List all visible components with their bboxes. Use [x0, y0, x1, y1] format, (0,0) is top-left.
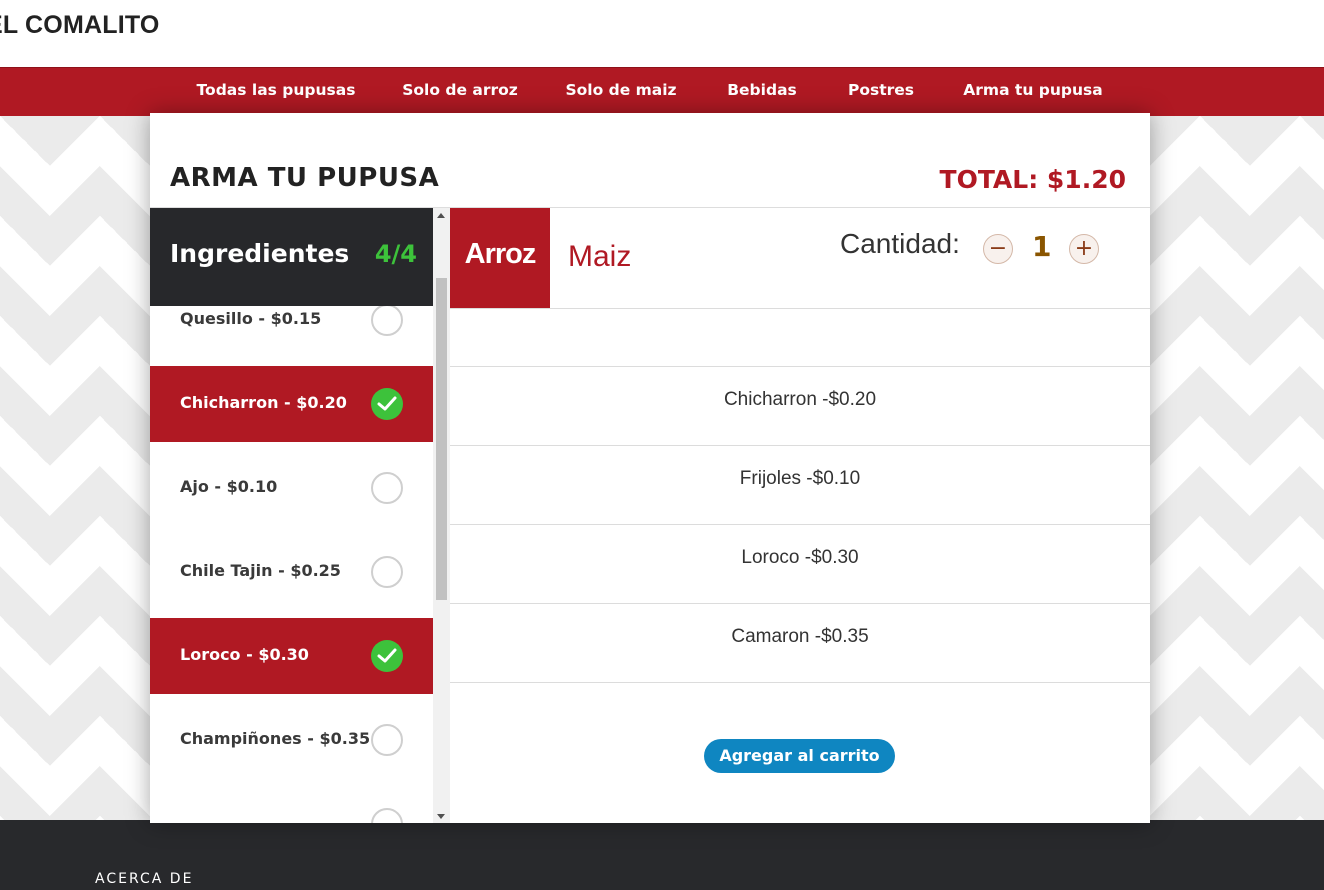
nav-bebidas[interactable]: Bebidas: [712, 68, 812, 114]
unchecked-circle-icon[interactable]: [371, 306, 403, 336]
ingredient-label: Chicharron - $0.20: [180, 393, 347, 412]
selected-ingredient-item: Frijoles -$0.10: [739, 468, 861, 489]
scroll-down-arrow-icon[interactable]: [437, 814, 445, 819]
unchecked-circle-icon[interactable]: [371, 472, 403, 504]
quantity-increase-button[interactable]: +: [1069, 234, 1099, 264]
unchecked-circle-icon[interactable]: [371, 724, 403, 756]
ingredient-label: Ajo - $0.10: [180, 477, 278, 496]
ingredient-label: Quesillo - $0.15: [180, 309, 322, 328]
ingredient-chicharron[interactable]: Chicharron - $0.20: [150, 366, 433, 442]
quantity-value: 1: [1032, 230, 1052, 263]
quantity-label: Cantidad:: [840, 228, 960, 259]
ingredient-partial[interactable]: [150, 786, 433, 823]
ingredient-ajo[interactable]: Ajo - $0.10: [150, 450, 433, 526]
quantity-decrease-button[interactable]: −: [983, 234, 1013, 264]
add-to-cart-button[interactable]: Agregar al carrito: [704, 739, 895, 773]
nav-solo-de-arroz[interactable]: Solo de arroz: [390, 68, 530, 114]
scroll-thumb[interactable]: [436, 278, 447, 600]
ingredient-label: Loroco - $0.30: [180, 645, 309, 664]
ingredient-chile-tajin[interactable]: Chile Tajin - $0.25: [150, 534, 433, 610]
tab-maiz[interactable]: Maiz: [568, 240, 631, 274]
ingredients-panel: Ingredientes 4/4 Quesillo - $0.15 Chicha…: [150, 208, 450, 823]
selected-ingredient-item: Camaron -$0.35: [731, 626, 869, 647]
nav-solo-de-maiz[interactable]: Solo de maiz: [553, 68, 689, 114]
ingredients-list: Quesillo - $0.15 Chicharron - $0.20 Ajo …: [150, 306, 433, 823]
ingredient-label: Champiñones - $0.35: [180, 729, 371, 748]
divider: [450, 308, 1150, 309]
checkmark-circle-icon[interactable]: [371, 640, 403, 672]
ingredient-quesillo[interactable]: Quesillo - $0.15: [150, 306, 433, 358]
selected-ingredient-item: Chicharron -$0.20: [723, 389, 877, 410]
ingredient-label: Chile Tajin - $0.25: [180, 561, 341, 580]
order-total: TOTAL: $1.20: [939, 165, 1126, 194]
tab-arroz[interactable]: Arroz: [450, 208, 550, 308]
unchecked-circle-icon[interactable]: [371, 556, 403, 588]
footer: ACERCA DE: [0, 820, 1324, 890]
top-header: EL COMALITO: [0, 0, 1324, 67]
ingredients-count: 4/4: [374, 240, 417, 268]
unchecked-circle-icon[interactable]: [371, 808, 403, 823]
ingredients-header: Ingredientes 4/4: [150, 208, 433, 306]
divider: [450, 603, 1150, 604]
brand-logo-text[interactable]: EL COMALITO: [0, 11, 160, 40]
ingredient-loroco[interactable]: Loroco - $0.30: [150, 618, 433, 694]
footer-about-heading: ACERCA DE: [95, 871, 194, 887]
modal-title: ARMA TU PUPUSA: [170, 163, 440, 193]
pupusa-config-panel: Arroz Maiz Cantidad: − 1 + Chicharron -$…: [450, 208, 1150, 823]
checkmark-circle-icon[interactable]: [371, 388, 403, 420]
scroll-up-arrow-icon[interactable]: [437, 213, 445, 218]
main-nav: Todas las pupusas Solo de arroz Solo de …: [0, 67, 1324, 117]
selected-ingredient-item: Loroco -$0.30: [741, 547, 859, 568]
ingredients-heading: Ingredientes: [170, 239, 350, 268]
divider: [450, 524, 1150, 525]
build-pupusa-modal: ARMA TU PUPUSA TOTAL: $1.20 Ingredientes…: [150, 113, 1150, 823]
nav-todas-las-pupusas[interactable]: Todas las pupusas: [184, 68, 368, 114]
nav-postres[interactable]: Postres: [834, 68, 928, 114]
nav-arma-tu-pupusa[interactable]: Arma tu pupusa: [940, 68, 1126, 117]
divider: [450, 445, 1150, 446]
divider: [450, 682, 1150, 683]
ingredients-scrollbar[interactable]: [433, 208, 450, 823]
divider: [450, 366, 1150, 367]
ingredient-champinones[interactable]: Champiñones - $0.35: [150, 702, 433, 778]
